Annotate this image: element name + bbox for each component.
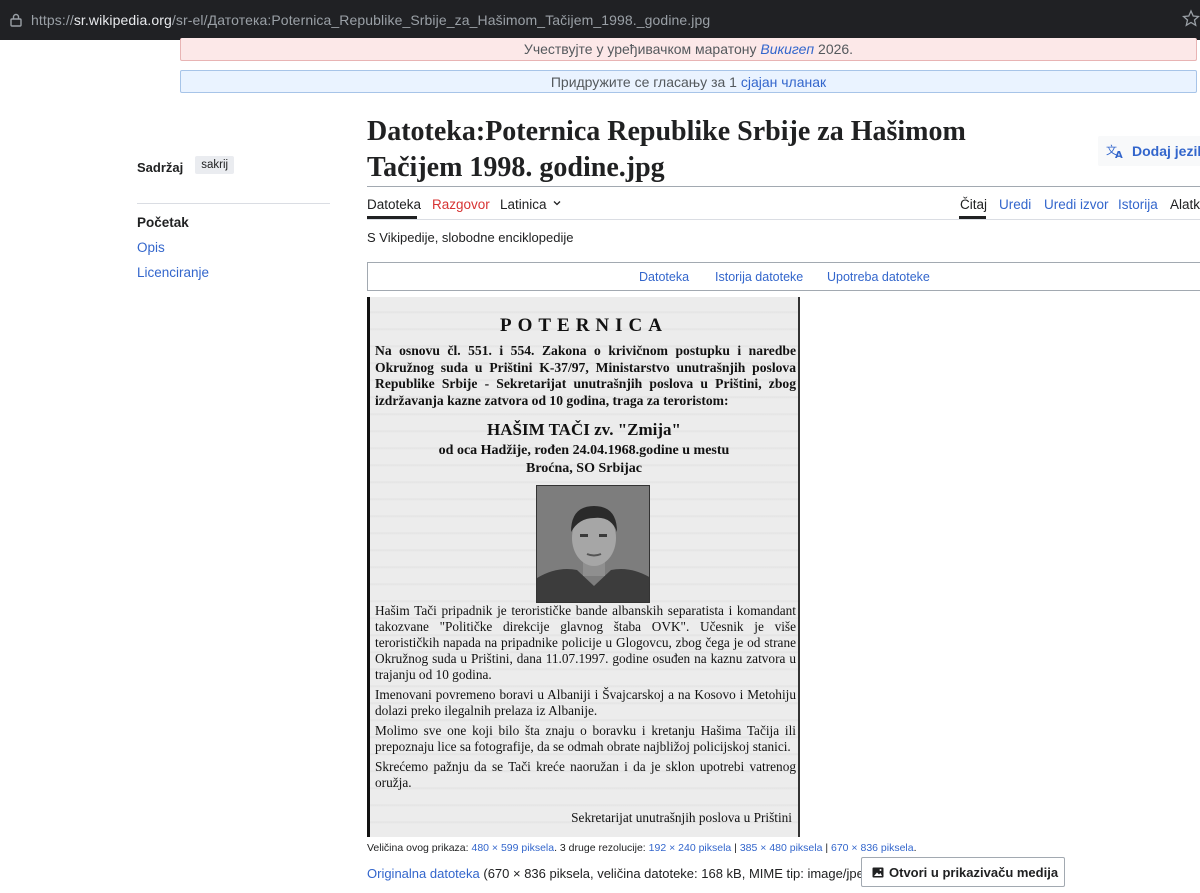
- add-languages-button[interactable]: 文 A Dodaj jezike: [1098, 136, 1200, 166]
- language-icon: 文 A: [1106, 143, 1123, 159]
- tab-read-underline: [959, 216, 986, 219]
- table-of-contents: Sadržaj sakrij Početak Opis Licenciranje: [137, 156, 330, 289]
- poster-body: Hašim Tači pripadnik je terorističke ban…: [375, 603, 796, 795]
- file-navigation: Datoteka Istorija datoteke Upotreba dato…: [367, 262, 1200, 291]
- url-path: /sr-el/Датотека:Poternica_Republike_Srbi…: [171, 12, 711, 28]
- toc-item-licensing[interactable]: Licenciranje: [137, 264, 330, 289]
- poster-paragraph-1: Hašim Tači pripadnik je terorističke ban…: [375, 603, 796, 682]
- url-text[interactable]: https://sr.wikipedia.org/sr-el/Датотека:…: [31, 12, 710, 28]
- marathon-banner: Учествујте у уређивачком маратону Викиге…: [180, 38, 1197, 61]
- browser-address-bar[interactable]: https://sr.wikipedia.org/sr-el/Датотека:…: [0, 0, 1200, 40]
- variant-label: Latinica: [500, 197, 547, 212]
- vote-banner: Придружите се гласању за 1 сјајан чланак: [180, 70, 1197, 93]
- resolution-sep-1: |: [731, 842, 740, 854]
- portrait-illustration: [537, 486, 649, 602]
- page-title: Datoteka:Poternica Republike Srbije za H…: [367, 116, 966, 183]
- tab-edit[interactable]: Uredi: [999, 197, 1031, 212]
- tab-read[interactable]: Čitaj: [960, 197, 987, 212]
- chevron-down-icon: [553, 201, 561, 206]
- lock-icon: [10, 13, 22, 27]
- poster-title: POTERNICA: [499, 315, 668, 336]
- site-subtitle: S Vikipedije, slobodne enciklopedije: [367, 230, 574, 245]
- page-tabs: Datoteka Razgovor Latinica Čitaj Uredi U…: [367, 192, 1200, 220]
- svg-text:A: A: [1115, 150, 1123, 159]
- filenav-file[interactable]: Datoteka: [639, 270, 689, 284]
- tab-file[interactable]: Datoteka: [367, 197, 421, 212]
- open-media-viewer-label: Otvori u prikazivaču medija: [889, 865, 1059, 880]
- poster-paragraph-4: Skrećemo pažnju da se Tači kreće naoruža…: [375, 759, 796, 790]
- tab-file-underline: [367, 216, 417, 219]
- vote-text: Придружите се гласању за 1: [550, 74, 741, 90]
- poster-name: HAŠIM TAČI zv. "Zmija": [487, 420, 681, 439]
- resolution-current-link[interactable]: 480 × 599 piksela: [471, 842, 554, 854]
- tab-tools[interactable]: Alatke: [1170, 197, 1200, 212]
- open-media-viewer-button[interactable]: Otvori u prikazivaču medija: [861, 857, 1065, 887]
- original-file-info: Originalna datoteka (670 × 836 piksela, …: [367, 866, 875, 881]
- tab-history[interactable]: Istorija: [1118, 197, 1158, 212]
- title-divider: [367, 186, 1200, 187]
- resolution-suffix: .: [913, 842, 917, 854]
- suspect-photo: [536, 485, 650, 603]
- image-icon: [872, 867, 884, 878]
- resolution-385-link[interactable]: 385 × 480 piksela: [740, 842, 823, 854]
- add-languages-label: Dodaj jezike: [1132, 143, 1200, 159]
- toc-hide-button[interactable]: sakrij: [195, 156, 235, 174]
- resolution-info: Veličina ovog prikaza: 480 × 599 piksela…: [367, 842, 917, 854]
- poster-birth-info: od oca Hadžije, rođen 24.04.1968.godine …: [370, 442, 798, 478]
- poster-intro: Na osnovu čl. 551. i 554. Zakona o krivi…: [375, 343, 796, 408]
- tab-variant[interactable]: Latinica: [500, 197, 561, 212]
- toc-items: Početak Opis Licenciranje: [137, 214, 330, 289]
- marathon-year: 2026.: [814, 41, 854, 57]
- poster-paragraph-2: Imenovani povremeno boravi u Albaniji i …: [375, 687, 796, 718]
- toc-item-beginning[interactable]: Početak: [137, 214, 330, 239]
- poster-birth-line1: od oca Hadžije, rođen 24.04.1968.godine …: [438, 443, 730, 458]
- resolution-sep-2: |: [822, 842, 831, 854]
- marathon-link[interactable]: Викигеп: [760, 41, 814, 57]
- filenav-history[interactable]: Istorija datoteke: [715, 270, 803, 284]
- url-scheme: https://: [31, 12, 74, 28]
- original-file-details: (670 × 836 piksela, veličina datoteke: 1…: [479, 866, 876, 881]
- tab-talk[interactable]: Razgovor: [432, 197, 490, 212]
- filenav-usage[interactable]: Upotreba datoteke: [827, 270, 930, 284]
- tab-edit-source[interactable]: Uredi izvor: [1044, 197, 1109, 212]
- url-domain: sr.wikipedia.org: [73, 12, 172, 28]
- wanted-poster-image[interactable]: POTERNICA Na osnovu čl. 551. i 554. Zako…: [367, 297, 800, 837]
- resolution-prefix: Veličina ovog prikaza:: [367, 842, 472, 854]
- marathon-text: Учествујте у уређивачком маратону: [523, 41, 761, 57]
- toc-title: Sadržaj: [137, 160, 184, 175]
- resolution-middle: . 3 druge rezolucije:: [554, 842, 649, 854]
- original-file-link[interactable]: Originalna datoteka: [367, 866, 480, 881]
- resolution-670-link[interactable]: 670 × 836 piksela: [831, 842, 914, 854]
- toc-header: Sadržaj sakrij: [137, 156, 330, 204]
- vote-link[interactable]: сјајан чланак: [741, 74, 826, 90]
- resolution-192-link[interactable]: 192 × 240 piksela: [649, 842, 732, 854]
- toc-item-description[interactable]: Opis: [137, 239, 330, 264]
- bookmark-star-icon[interactable]: [1182, 9, 1200, 29]
- poster-signature: Sekretarijat unutrašnjih poslova u Prišt…: [571, 810, 792, 825]
- poster-paragraph-3: Molimo sve one koji bilo šta znaju o bor…: [375, 723, 796, 754]
- poster-birth-line2: Broćna, SO Srbijac: [525, 461, 643, 476]
